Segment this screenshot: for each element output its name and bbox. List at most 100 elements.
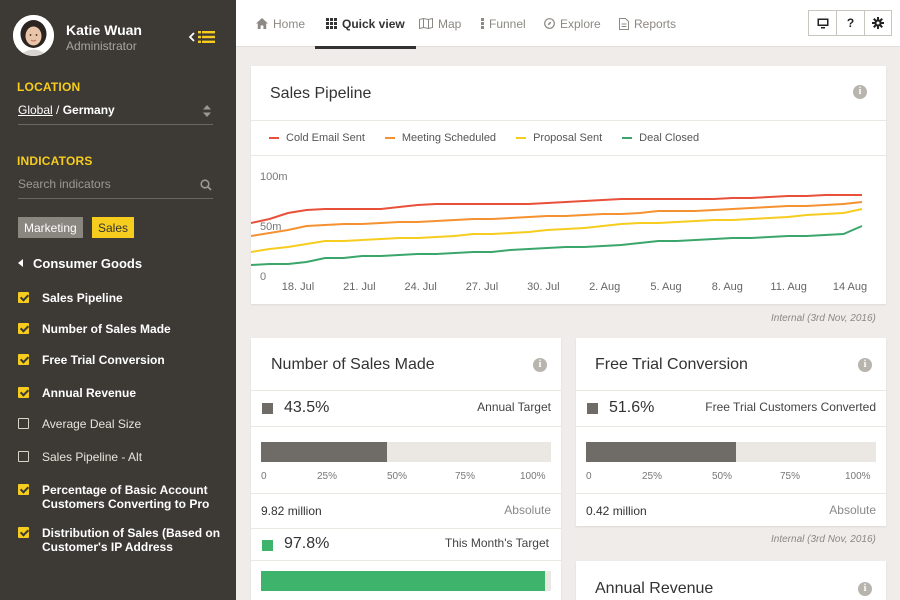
scale-label: 100% — [520, 471, 546, 482]
indicator-free-trial-conversion[interactable]: Free Trial Conversion — [18, 353, 223, 367]
toolbar-buttons: ? — [808, 10, 892, 36]
stat-percentage: 43.5% — [284, 399, 330, 416]
indicator-distribution-of-sales[interactable]: Distribution of Sales (Based on Customer… — [18, 526, 223, 554]
series-line[interactable] — [251, 201, 863, 237]
help-button[interactable]: ? — [836, 11, 863, 35]
display-button[interactable] — [809, 11, 836, 35]
location-select[interactable]: Global / Germany — [18, 103, 115, 117]
info-icon[interactable]: i — [858, 358, 872, 372]
info-icon[interactable]: i — [853, 85, 867, 99]
legend-label: Meeting Scheduled — [401, 132, 497, 144]
divider — [576, 426, 886, 427]
user-role: Administrator — [66, 39, 137, 53]
progress-bar — [261, 442, 551, 462]
nav-reports[interactable]: Reports — [619, 0, 676, 47]
user-name: Katie Wuan — [66, 22, 142, 38]
indicators-label: INDICATORS — [17, 154, 93, 168]
category-back[interactable]: Consumer Goods — [18, 256, 142, 271]
indicator-basic-to-pro-conversion[interactable]: Percentage of Basic Account Customers Co… — [18, 483, 223, 511]
nav-explore[interactable]: Explore — [544, 0, 601, 47]
y-tick-label: 0 — [260, 271, 266, 283]
stat-percentage: 97.8% — [284, 535, 330, 552]
legend-item[interactable]: Meeting Scheduled — [384, 132, 497, 144]
progress-fill — [261, 571, 545, 591]
location-global[interactable]: Global — [18, 103, 53, 117]
divider — [18, 124, 213, 125]
checkbox-checked[interactable] — [18, 292, 29, 303]
select-arrows-icon[interactable] — [203, 105, 211, 117]
scale-label: 50% — [387, 471, 408, 482]
indicator-sales-pipeline-alt[interactable]: Sales Pipeline - Alt — [18, 450, 223, 464]
info-icon[interactable]: i — [858, 582, 872, 596]
divider — [251, 120, 886, 121]
data-source-note: Internal (3rd Nov, 2016) — [771, 534, 876, 545]
divider — [576, 493, 886, 494]
series-line[interactable] — [251, 225, 863, 266]
divider — [251, 528, 561, 529]
legend-swatch — [384, 137, 395, 139]
collapse-sidebar-button[interactable] — [188, 29, 218, 45]
nav-funnel[interactable]: Funnel — [481, 0, 526, 47]
number-of-sales-card: Number of Sales Made i 43.5% Annual Targ… — [251, 338, 561, 600]
indicator-number-of-sales-made[interactable]: Number of Sales Made — [18, 322, 223, 336]
indicator-annual-revenue[interactable]: Annual Revenue — [18, 386, 223, 400]
document-icon — [619, 17, 629, 30]
nav-home[interactable]: Home — [256, 0, 305, 47]
indicator-label: Free Trial Conversion — [42, 353, 165, 367]
nav-label: Explore — [560, 16, 601, 31]
x-tick-label: 21. Jul — [343, 281, 375, 293]
scale-label: 0 — [586, 471, 592, 482]
checkbox-unchecked[interactable] — [18, 451, 29, 462]
avatar[interactable] — [13, 15, 54, 56]
top-nav: Home Quick view Map Funnel Explore Repor… — [236, 0, 900, 49]
nav-label: Home — [273, 16, 306, 31]
nav-label: Quick view — [342, 16, 405, 31]
indicator-label: Number of Sales Made — [42, 322, 171, 336]
stat-color-square — [262, 403, 273, 414]
x-tick-label: 8. Aug — [712, 281, 743, 293]
checkbox-checked[interactable] — [18, 323, 29, 334]
category-label: Consumer Goods — [33, 256, 143, 271]
indicator-label: Distribution of Sales (Based on Customer… — [42, 526, 221, 554]
checkbox-checked[interactable] — [18, 354, 29, 365]
search-icon[interactable] — [200, 179, 212, 191]
progress-fill — [586, 442, 736, 462]
indicator-label: Sales Pipeline — [42, 291, 123, 305]
funnel-icon — [481, 18, 484, 29]
x-tick-label: 24. Jul — [404, 281, 436, 293]
nav-quick-view[interactable]: Quick view — [315, 0, 416, 49]
indicator-average-deal-size[interactable]: Average Deal Size — [18, 417, 223, 431]
checkbox-checked[interactable] — [18, 387, 29, 398]
search-indicators-input[interactable] — [18, 177, 198, 191]
progress-bar — [261, 571, 551, 591]
checkbox-checked[interactable] — [18, 527, 29, 538]
nav-map[interactable]: Map — [419, 0, 461, 47]
legend-swatch — [269, 137, 279, 139]
x-tick-label: 5. Aug — [650, 281, 681, 293]
tag-sales[interactable]: Sales — [92, 217, 135, 238]
settings-button[interactable] — [863, 11, 891, 35]
indicator-label: Sales Pipeline - Alt — [42, 450, 143, 464]
stat-color-square — [587, 403, 598, 414]
monitor-icon — [817, 18, 829, 28]
line-chart: 100m50m018. Jul 21. Jul 24. Jul 27. Jul 30. … — [251, 171, 867, 293]
data-source-note: Internal (3rd Nov, 2016) — [771, 313, 876, 324]
menu-collapse-icon — [188, 31, 215, 43]
scale-label: 25% — [317, 471, 338, 482]
scale-label: 75% — [455, 471, 476, 482]
location-country: Germany — [62, 103, 115, 117]
card-title: Sales Pipeline — [270, 85, 372, 102]
checkbox-unchecked[interactable] — [18, 418, 29, 429]
stat-percentage: 51.6% — [609, 399, 655, 416]
gear-icon — [871, 17, 884, 29]
indicator-sales-pipeline[interactable]: Sales Pipeline — [18, 291, 223, 305]
indicator-label: Percentage of Basic Account Customers Co… — [42, 483, 210, 511]
tag-marketing[interactable]: Marketing — [18, 217, 83, 238]
legend-item[interactable]: Deal Closed — [622, 132, 699, 144]
legend-item[interactable]: Proposal Sent — [516, 132, 602, 144]
scale-label: 75% — [780, 471, 801, 482]
checkbox-checked[interactable] — [18, 484, 29, 495]
x-tick-label: 2. Aug — [589, 281, 620, 293]
legend-item[interactable]: Cold Email Sent — [269, 132, 365, 144]
info-icon[interactable]: i — [533, 358, 547, 372]
